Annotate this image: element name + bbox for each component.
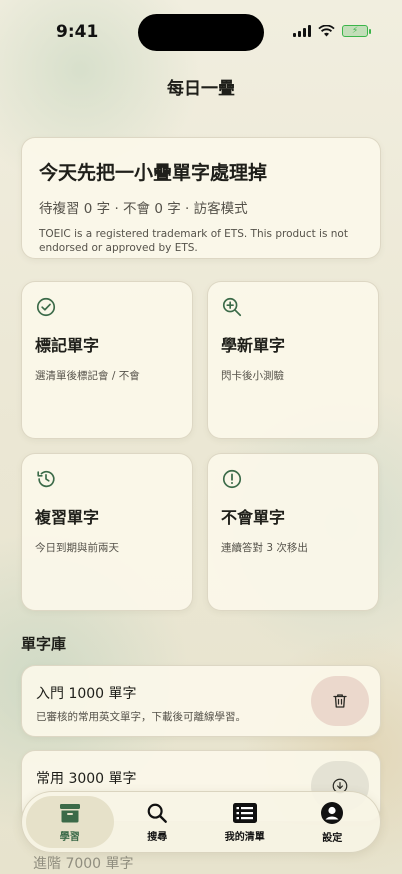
history-icon bbox=[37, 470, 55, 488]
tab-label: 搜尋 bbox=[147, 831, 168, 843]
tile-learn-new[interactable]: 學新單字 閃卡後小測驗 bbox=[207, 281, 379, 439]
status-time: 9:41 bbox=[56, 22, 99, 42]
today-summary-card: 今天先把一小疊單字處理掉 待複習 0 字 · 不會 0 字 · 訪客模式 TOE… bbox=[21, 137, 381, 259]
tile-title: 標記單字 bbox=[35, 336, 100, 355]
page-title: 每日一疊 bbox=[167, 79, 235, 99]
tab-learn[interactable]: 學習 bbox=[26, 796, 114, 848]
user-icon bbox=[321, 801, 344, 824]
tile-desc: 連續答對 3 次移出 bbox=[221, 542, 308, 554]
tab-settings[interactable]: 設定 bbox=[289, 796, 377, 848]
tile-desc: 選清單後標記會 / 不會 bbox=[35, 370, 140, 382]
tile-review[interactable]: 複習單字 今日到期與前兩天 bbox=[21, 453, 193, 611]
alert-circle-icon bbox=[222, 469, 242, 489]
list-icon bbox=[232, 802, 257, 823]
hero-summary: 待複習 0 字 · 不會 0 字 · 訪客模式 bbox=[39, 201, 248, 217]
tile-title: 學新單字 bbox=[221, 336, 286, 355]
check-circle-icon bbox=[36, 297, 56, 317]
status-icons: ⚡ bbox=[293, 25, 371, 37]
zoom-in-icon bbox=[222, 297, 242, 317]
battery-icon: ⚡ bbox=[342, 25, 371, 37]
hero-title: 今天先把一小疊單字處理掉 bbox=[39, 162, 268, 184]
tile-mark-words[interactable]: 標記單字 選清單後標記會 / 不會 bbox=[21, 281, 193, 439]
archive-box-icon bbox=[59, 803, 80, 822]
tile-title: 複習單字 bbox=[35, 508, 100, 527]
signal-icon bbox=[293, 25, 311, 37]
delete-button[interactable] bbox=[311, 676, 369, 726]
wifi-icon bbox=[318, 25, 335, 37]
trash-icon bbox=[333, 694, 347, 708]
tab-label: 我的清單 bbox=[224, 831, 265, 843]
status-bar: 9:41 ⚡ bbox=[0, 0, 402, 62]
tile-unknown-words[interactable]: 不會單字 連續答對 3 次移出 bbox=[207, 453, 379, 611]
bottom-tab-bar: 學習 搜尋 我的清單 設定 bbox=[21, 791, 381, 853]
library-item-1000[interactable]: 入門 1000 單字 已審核的常用英文單字，下載後可離線學習。 bbox=[21, 665, 381, 737]
tile-desc: 今日到期與前兩天 bbox=[35, 542, 119, 554]
tab-my-lists[interactable]: 我的清單 bbox=[201, 796, 289, 848]
tile-title: 不會單字 bbox=[221, 508, 286, 527]
tab-search[interactable]: 搜尋 bbox=[114, 796, 202, 848]
library-item-7000-name[interactable]: 進階 7000 單字 bbox=[33, 853, 134, 873]
library-heading: 單字庫 bbox=[21, 635, 67, 653]
trademark-notice: TOEIC is a registered trademark of ETS. … bbox=[39, 228, 348, 255]
tab-label: 學習 bbox=[59, 831, 80, 843]
tab-label: 設定 bbox=[322, 832, 343, 844]
tile-desc: 閃卡後小測驗 bbox=[221, 370, 284, 382]
search-icon bbox=[147, 803, 168, 823]
dynamic-island bbox=[138, 14, 264, 51]
